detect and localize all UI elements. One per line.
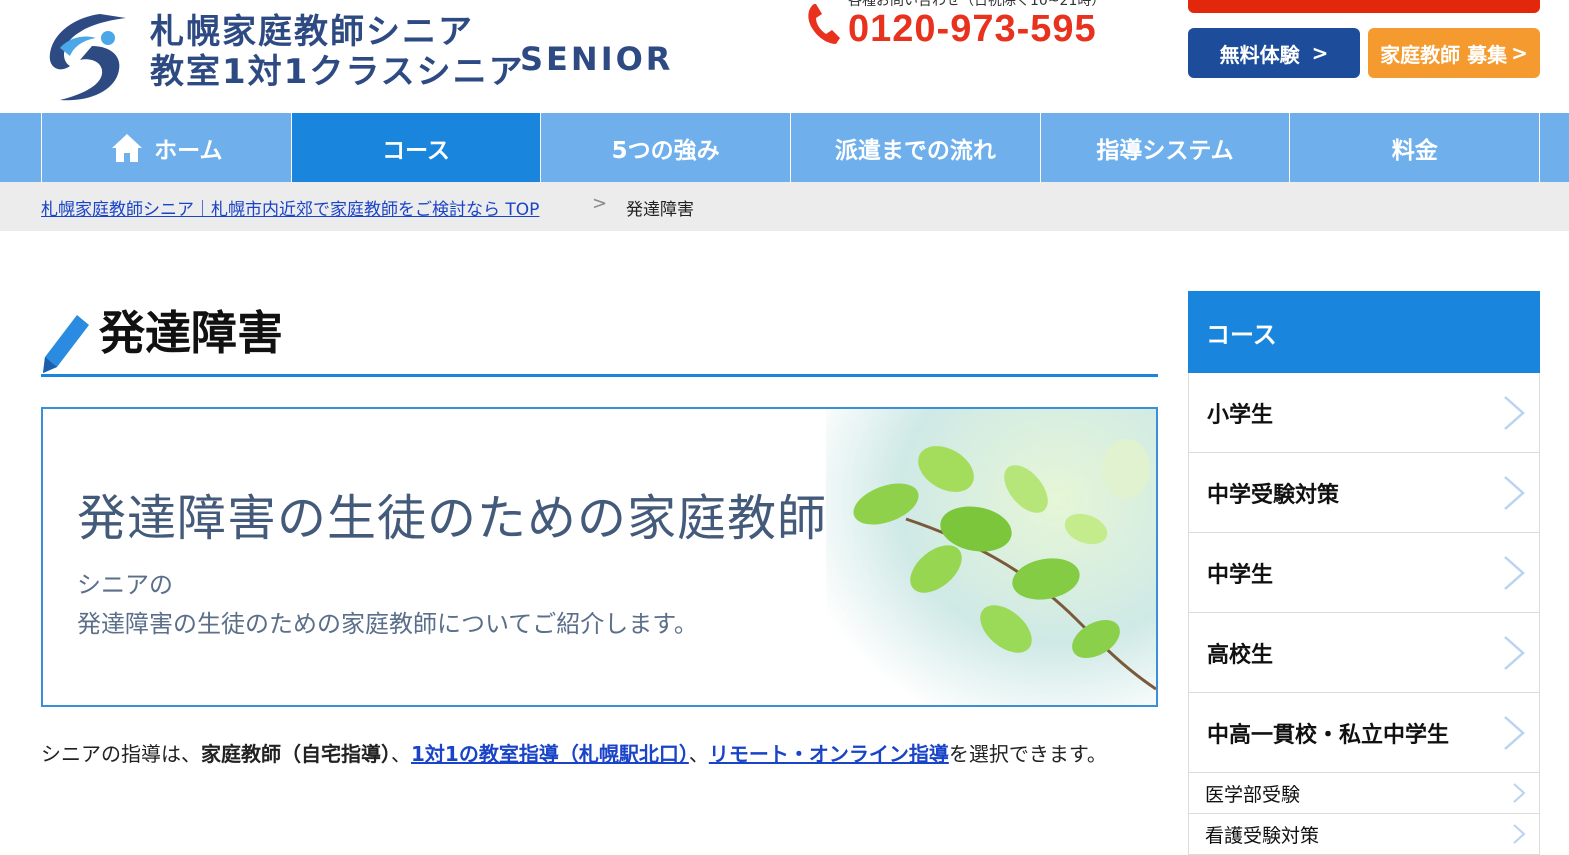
free-trial-button[interactable]: 無料体験 > — [1188, 28, 1360, 78]
hero-title: 発達障害の生徒のための家庭教師 — [77, 490, 828, 547]
leaves-image — [826, 409, 1156, 705]
nav-item-strengths[interactable]: 5つの強み — [540, 113, 791, 182]
sidebar-item-jhs[interactable]: 中学生 — [1188, 533, 1540, 613]
nav-label: 派遣までの流れ — [834, 137, 996, 164]
tutor-recruit-button[interactable]: 家庭教師 募集 > — [1368, 28, 1540, 78]
chevron-right-icon — [1504, 395, 1525, 430]
chevron-right-icon — [1504, 635, 1525, 670]
sidebar-item-label: 看護受験対策 — [1205, 824, 1320, 847]
sidebar-item-medical[interactable]: 医学部受験 — [1188, 773, 1540, 814]
intro-paragraph: シニアの指導は、家庭教師（自宅指導）、1対1の教室指導（札幌駅北口）、リモート・… — [41, 735, 1158, 773]
breadcrumb-home-link[interactable]: 札幌家庭教師シニア｜札幌市内近郊で家庭教師をご検討なら TOP — [41, 195, 539, 220]
nav-item-price[interactable]: 料金 — [1289, 113, 1541, 182]
sidebar-item-elementary[interactable]: 小学生 — [1188, 373, 1540, 453]
free-trial-label: 無料体験 — [1219, 42, 1300, 67]
logo-icon[interactable] — [40, 8, 132, 102]
logo-senior: SENIOR — [520, 40, 674, 78]
chevron-right-icon — [1513, 783, 1526, 803]
sidebar-item-label: 中学受験対策 — [1207, 482, 1340, 508]
chevron-right-icon: > — [1311, 41, 1329, 65]
sidebar-item-label: 医学部受験 — [1205, 783, 1301, 806]
nav-label: ホーム — [154, 137, 223, 164]
chevron-right-icon: > — [1511, 41, 1528, 65]
phone-icon — [808, 4, 840, 44]
nav-item-system[interactable]: 指導システム — [1039, 113, 1290, 182]
sidebar-item-nursing[interactable]: 看護受験対策 — [1188, 814, 1540, 855]
sidebar-item-hs[interactable]: 高校生 — [1188, 613, 1540, 693]
nav-item-home[interactable]: ホーム — [41, 113, 291, 182]
page-title-block: 発達障害 — [41, 305, 1158, 377]
nav-label: コース — [382, 137, 450, 164]
hero-subtitle-2: 発達障害の生徒のための家庭教師についてご紹介します。 — [77, 610, 698, 638]
global-nav: ホーム コース 5つの強み 派遣までの流れ 指導システム 料金 — [0, 113, 1569, 182]
page-title: 発達障害 — [99, 306, 283, 360]
course-sidebar: コース 小学生 中学受験対策 中学生 高校生 中高一貫校・私立中学生 医学部受験… — [1188, 291, 1540, 855]
nav-label: 5つの強み — [611, 137, 720, 164]
top-red-bar[interactable] — [1188, 0, 1540, 13]
home-icon — [112, 133, 143, 162]
hero-banner: 発達障害の生徒のための家庭教師 シニアの 発達障害の生徒のための家庭教師について… — [41, 407, 1158, 707]
intro-sep: 、 — [391, 742, 411, 766]
nav-item-flow[interactable]: 派遣までの流れ — [790, 113, 1040, 182]
sidebar-item-jhs-exam[interactable]: 中学受験対策 — [1188, 453, 1540, 533]
intro-home-tutor: 家庭教師（自宅指導） — [201, 742, 391, 766]
sidebar-item-label: 小学生 — [1207, 402, 1274, 428]
hero-subtitle-1: シニアの — [77, 571, 173, 599]
nav-label: 指導システム — [1096, 137, 1234, 164]
classroom-link[interactable]: 1対1の教室指導（札幌駅北口） — [411, 742, 689, 766]
logo-line-1: 札幌家庭教師シニア — [150, 12, 474, 52]
breadcrumb: 札幌家庭教師シニア｜札幌市内近郊で家庭教師をご検討なら TOP > 発達障害 — [0, 182, 1569, 231]
breadcrumb-current: 発達障害 — [626, 200, 694, 220]
nav-item-course[interactable]: コース — [290, 113, 541, 182]
tutor-recruit-label: 家庭教師 募集 — [1380, 42, 1508, 67]
sidebar-item-label: 高校生 — [1207, 642, 1274, 668]
intro-sep: 、 — [688, 742, 709, 766]
nav-label: 料金 — [1391, 137, 1438, 164]
sidebar-item-label: 中高一貫校・私立中学生 — [1207, 722, 1450, 748]
intro-suffix: を選択できます。 — [948, 742, 1107, 766]
sidebar-item-private-jhs[interactable]: 中高一貫校・私立中学生 — [1188, 693, 1540, 773]
tel-number[interactable]: 0120-973-595 — [848, 8, 1097, 51]
site-logo-text[interactable]: 札幌家庭教師シニア 教室1対1クラスシニア — [150, 12, 525, 92]
chevron-right-icon — [1504, 715, 1525, 750]
logo-line-2: 教室1対1クラスシニア — [150, 52, 525, 92]
chevron-right-icon — [1504, 475, 1525, 510]
online-link[interactable]: リモート・オンライン指導 — [709, 742, 949, 766]
sidebar-heading: コース — [1188, 291, 1540, 373]
intro-prefix: シニアの指導は、 — [41, 742, 201, 766]
breadcrumb-separator: > — [592, 193, 608, 214]
chevron-right-icon — [1513, 824, 1526, 844]
sidebar-item-label: 中学生 — [1207, 562, 1274, 588]
chevron-right-icon — [1504, 555, 1525, 590]
pencil-icon — [43, 315, 89, 373]
site-header: 札幌家庭教師シニア 教室1対1クラスシニア SENIOR 各種お問い合わせ（日祝… — [0, 0, 1569, 113]
